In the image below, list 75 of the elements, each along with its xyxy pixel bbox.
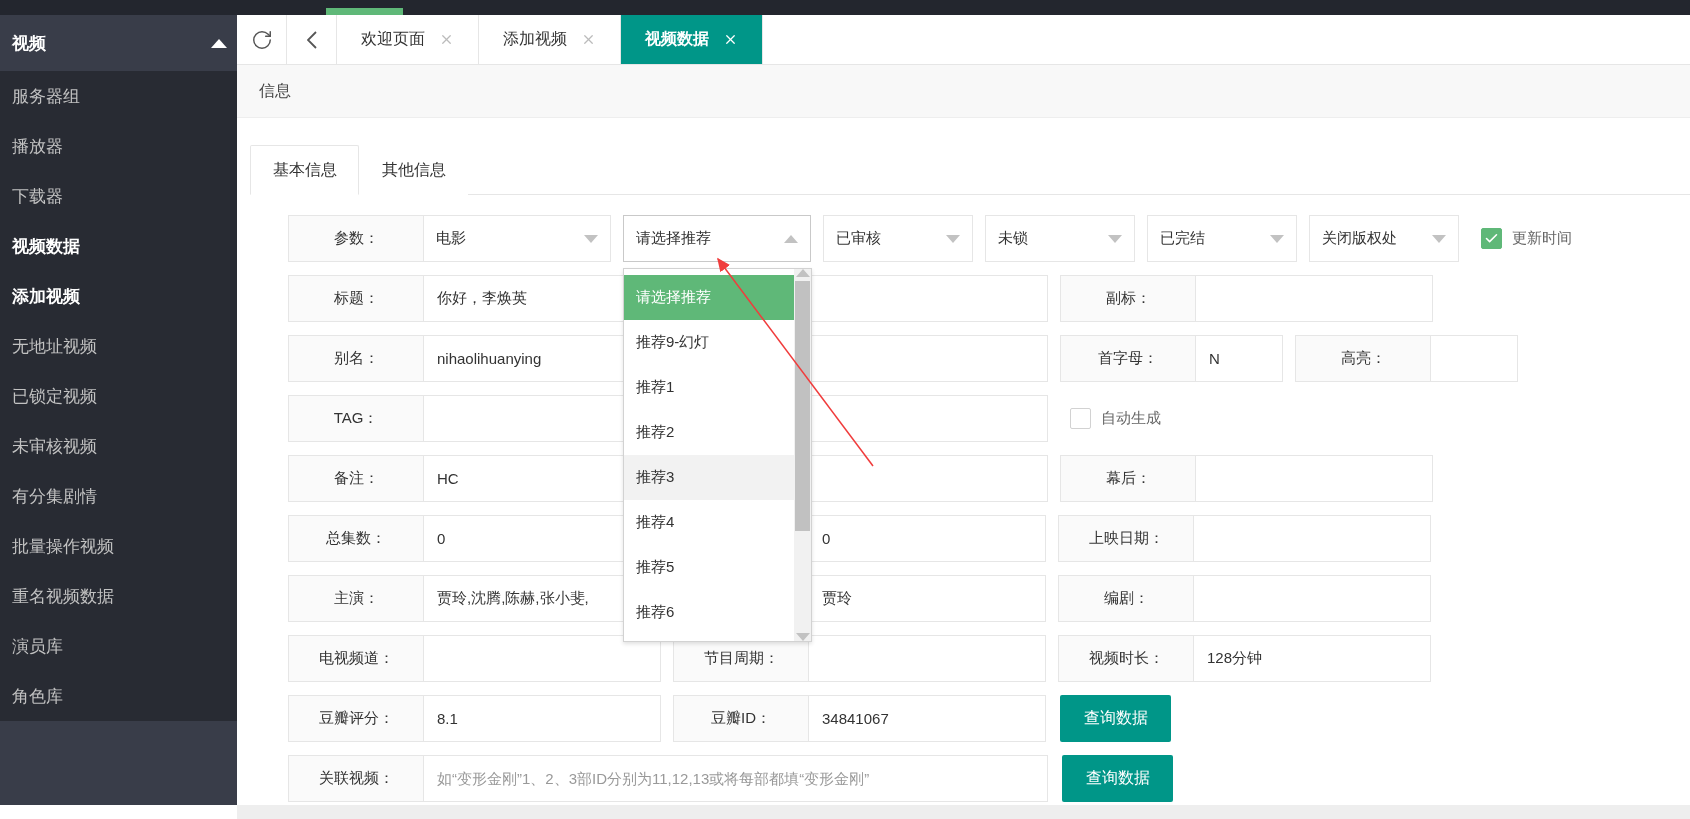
input-field[interactable] xyxy=(1196,455,1433,502)
input-field[interactable] xyxy=(1196,275,1433,322)
query-button[interactable]: 查询数据 xyxy=(1060,695,1171,742)
dropdown-option[interactable]: 推荐3 xyxy=(624,455,794,500)
select-field[interactable]: 电影 xyxy=(424,215,611,262)
close-icon[interactable] xyxy=(439,32,454,47)
sidebar-item[interactable]: 已锁定视频 xyxy=(0,371,237,421)
caret-icon xyxy=(946,234,960,243)
sidebar-item[interactable]: 服务器组 xyxy=(0,71,237,121)
breadcrumb: 信息 xyxy=(259,80,291,101)
field-label: TAG： xyxy=(288,395,424,442)
caret-icon xyxy=(795,269,810,277)
caret-icon xyxy=(584,234,598,243)
back-icon xyxy=(306,30,317,49)
sidebar-item[interactable]: 无地址视频 xyxy=(0,321,237,371)
sidebar-item[interactable]: 有分集剧情 xyxy=(0,471,237,521)
caret-icon xyxy=(784,234,798,243)
sidebar-item[interactable]: 未审核视频 xyxy=(0,421,237,471)
select-field[interactable]: 已完结 xyxy=(1147,215,1297,262)
field-label: 上映日期： xyxy=(1058,515,1194,562)
page-tab[interactable]: 视频数据 xyxy=(621,15,763,64)
caret-icon xyxy=(1108,234,1122,243)
sidebar-item[interactable]: 重名视频数据 xyxy=(0,571,237,621)
sidebar-item[interactable]: 添加视频 xyxy=(0,271,237,321)
query-button[interactable]: 查询数据 xyxy=(1062,755,1173,802)
close-icon[interactable] xyxy=(723,32,738,47)
input-field[interactable]: N xyxy=(1196,335,1283,382)
field-label: 总集数： xyxy=(288,515,424,562)
field-label: 别名： xyxy=(288,335,424,382)
field-label: 视频时长： xyxy=(1058,635,1194,682)
caret-icon xyxy=(795,633,810,641)
caret-icon xyxy=(1270,234,1284,243)
checkbox[interactable] xyxy=(1070,408,1091,429)
input-field[interactable]: 0 xyxy=(809,515,1046,562)
input-field[interactable] xyxy=(1431,335,1518,382)
checkbox-label: 自动生成 xyxy=(1101,409,1161,428)
sidebar-item[interactable]: 演员库 xyxy=(0,621,237,671)
sidebar-item[interactable]: 播放器 xyxy=(0,121,237,171)
select-field[interactable]: 已审核 xyxy=(823,215,973,262)
input-field[interactable]: 34841067 xyxy=(809,695,1046,742)
form-tab[interactable]: 基本信息 xyxy=(250,145,359,195)
field-label: 关联视频： xyxy=(288,755,424,802)
sidebar-item[interactable]: 批量操作视频 xyxy=(0,521,237,571)
sidebar-item[interactable]: 视频数据 xyxy=(0,221,237,271)
input-field[interactable] xyxy=(809,635,1046,682)
close-icon[interactable] xyxy=(581,32,596,47)
select-field[interactable]: 关闭版权处 xyxy=(1309,215,1459,262)
input-field[interactable]: 如“变形金刚”1、2、3部ID分别为11,12,13或将每部都填“变形金刚” xyxy=(424,755,1048,802)
caret-icon xyxy=(211,38,227,48)
field-label: 主演： xyxy=(288,575,424,622)
select-field[interactable]: 未锁 xyxy=(985,215,1135,262)
refresh-icon xyxy=(250,28,273,51)
field-label: 电视频道： xyxy=(288,635,424,682)
field-label: 标题： xyxy=(288,275,424,322)
field-label: 幕后： xyxy=(1060,455,1196,502)
input-field[interactable]: 8.1 xyxy=(424,695,661,742)
field-label: 高亮： xyxy=(1295,335,1431,382)
sidebar-item[interactable]: 下载器 xyxy=(0,171,237,221)
field-label: 参数： xyxy=(288,215,424,262)
caret-icon xyxy=(1432,234,1446,243)
scrollbar[interactable] xyxy=(794,269,811,641)
field-label: 备注： xyxy=(288,455,424,502)
checkbox-label: 更新时间 xyxy=(1512,229,1572,248)
field-label: 副标： xyxy=(1060,275,1196,322)
field-label: 编剧： xyxy=(1058,575,1194,622)
input-field[interactable] xyxy=(1194,575,1431,622)
field-label: 豆瓣ID： xyxy=(673,695,809,742)
input-field[interactable]: 贾玲 xyxy=(809,575,1046,622)
field-label: 首字母： xyxy=(1060,335,1196,382)
field-label: 豆瓣评分： xyxy=(288,695,424,742)
input-field[interactable] xyxy=(1194,515,1431,562)
sidebar-item[interactable]: 角色库 xyxy=(0,671,237,721)
input-field[interactable] xyxy=(424,635,661,682)
input-field[interactable]: 128分钟 xyxy=(1194,635,1431,682)
checkbox[interactable] xyxy=(1481,228,1502,249)
